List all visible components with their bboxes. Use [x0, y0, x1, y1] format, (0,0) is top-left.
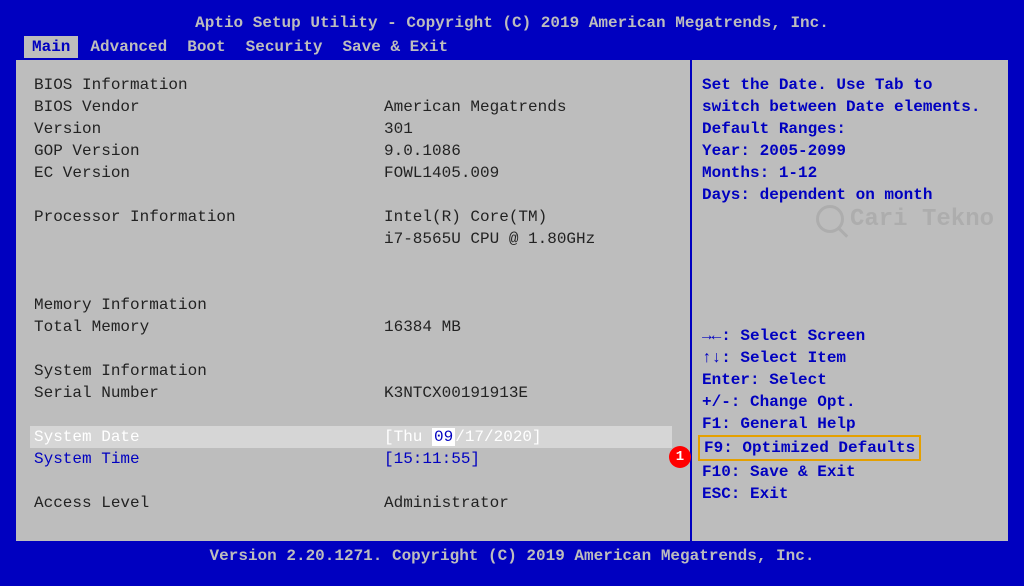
access-level-label: Access Level — [34, 492, 384, 514]
help-nav-enter: Enter: Select — [702, 369, 998, 391]
system-time-value[interactable]: [15:11:55] — [384, 448, 480, 470]
tab-bar: Main Advanced Boot Security Save & Exit — [10, 36, 1014, 58]
help-nav-f9-highlighted: F9: Optimized Defaults — [698, 435, 921, 461]
system-date-value[interactable]: [Thu 09/17/2020] — [384, 426, 542, 448]
help-desc-1: Set the Date. Use Tab to — [702, 74, 998, 96]
version-value: 301 — [384, 118, 413, 140]
processor-line2: i7-8565U CPU @ 1.80GHz — [384, 228, 595, 250]
access-level-value: Administrator — [384, 492, 509, 514]
processor-section: Processor Information — [34, 206, 384, 228]
help-desc-4: Year: 2005-2099 — [702, 140, 998, 162]
gop-value: 9.0.1086 — [384, 140, 461, 162]
help-desc-2: switch between Date elements. — [702, 96, 998, 118]
tab-advanced[interactable]: Advanced — [82, 36, 175, 58]
help-nav-change-opt: +/-: Change Opt. — [702, 391, 998, 413]
help-nav-select-screen: →←: Select Screen — [702, 325, 998, 347]
bios-vendor-label: BIOS Vendor — [34, 96, 384, 118]
total-memory-value: 16384 MB — [384, 316, 461, 338]
gop-label: GOP Version — [34, 140, 384, 162]
tab-main[interactable]: Main — [24, 36, 78, 58]
tab-save-exit[interactable]: Save & Exit — [334, 36, 456, 58]
help-desc-3: Default Ranges: — [702, 118, 998, 140]
annotation-marker-1: 1 — [669, 446, 691, 468]
search-icon — [816, 205, 844, 233]
ec-value: FOWL1405.009 — [384, 162, 499, 184]
system-date-label: System Date — [34, 426, 384, 448]
bios-vendor-value: American Megatrends — [384, 96, 566, 118]
help-panel: Set the Date. Use Tab to switch between … — [690, 60, 1008, 541]
help-nav-f10: F10: Save & Exit — [702, 461, 998, 483]
bios-info-section: BIOS Information — [34, 74, 384, 96]
system-time-row[interactable]: System Time [15:11:55] — [34, 448, 672, 470]
bios-header-title: Aptio Setup Utility - Copyright (C) 2019… — [10, 10, 1014, 36]
system-time-label: System Time — [34, 448, 384, 470]
version-label: Version — [34, 118, 384, 140]
serial-value: K3NTCX00191913E — [384, 382, 528, 404]
system-info-section: System Information — [34, 360, 384, 382]
help-desc-5: Months: 1-12 — [702, 162, 998, 184]
system-date-row[interactable]: System Date [Thu 09/17/2020] — [30, 426, 672, 448]
memory-section: Memory Information — [34, 294, 384, 316]
date-month-field[interactable]: 09 — [432, 428, 455, 446]
watermark: Cari Tekno — [816, 205, 994, 233]
watermark-text: Cari Tekno — [850, 206, 994, 233]
total-memory-label: Total Memory — [34, 316, 384, 338]
main-panel: BIOS Information BIOS VendorAmerican Meg… — [16, 60, 690, 541]
help-desc-6: Days: dependent on month — [702, 184, 998, 206]
ec-label: EC Version — [34, 162, 384, 184]
processor-line1: Intel(R) Core(TM) — [384, 206, 547, 228]
serial-label: Serial Number — [34, 382, 384, 404]
help-nav-select-item: ↑↓: Select Item — [702, 347, 998, 369]
help-nav-f1: F1: General Help — [702, 413, 998, 435]
tab-boot[interactable]: Boot — [179, 36, 233, 58]
bios-footer: Version 2.20.1271. Copyright (C) 2019 Am… — [10, 543, 1014, 569]
help-nav-esc: ESC: Exit — [702, 483, 998, 505]
tab-security[interactable]: Security — [238, 36, 331, 58]
